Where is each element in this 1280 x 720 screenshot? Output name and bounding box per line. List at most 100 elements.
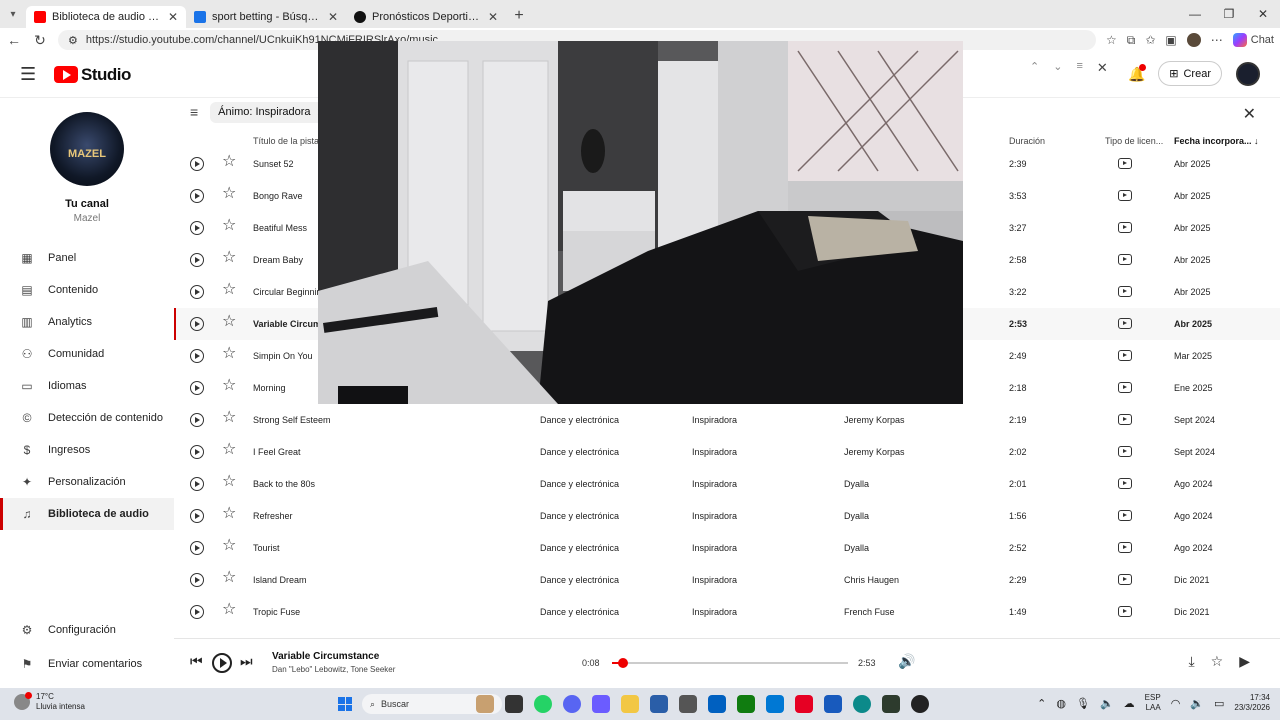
copilot-button[interactable]: Chat xyxy=(1232,33,1274,47)
license-icon[interactable] xyxy=(1118,254,1132,265)
previous-track-icon[interactable]: ⏮ xyxy=(190,653,203,670)
license-icon[interactable] xyxy=(1118,606,1132,617)
store-icon[interactable] xyxy=(650,695,668,713)
favorite-star-icon[interactable]: ☆ xyxy=(1106,33,1117,47)
license-icon[interactable] xyxy=(1118,190,1132,201)
whatsapp-icon[interactable] xyxy=(534,695,552,713)
table-row[interactable]: ☆ I Feel Great Dance y electrónica Inspirad… xyxy=(174,436,1280,468)
widget-icon[interactable] xyxy=(476,695,494,713)
license-icon[interactable] xyxy=(1118,510,1132,521)
favorite-star-icon[interactable]: ☆ xyxy=(222,346,236,362)
col-title[interactable]: Título de la pista xyxy=(253,136,319,146)
play-track-icon[interactable] xyxy=(190,477,204,491)
volume-tray-icon[interactable]: 🔉 xyxy=(1190,697,1204,710)
discord-icon[interactable] xyxy=(563,695,581,713)
favorites-icon[interactable]: ✩ xyxy=(1145,33,1155,47)
close-search-icon[interactable]: ✕ xyxy=(1097,60,1108,76)
account-avatar[interactable] xyxy=(1236,61,1260,86)
word-icon[interactable] xyxy=(824,695,842,713)
progress-slider[interactable] xyxy=(612,658,848,668)
onedrive-icon[interactable]: ☁ xyxy=(1124,697,1135,710)
sidebar-item-analytics[interactable]: ▥ Analytics xyxy=(0,306,174,338)
table-row[interactable]: ☆ Island Dream Dance y electrónica Inspirad… xyxy=(174,564,1280,596)
close-filter-icon[interactable]: ✕ xyxy=(1243,104,1256,124)
sidebar-item-enviar-comentarios[interactable]: ⚑ Enviar comentarios xyxy=(0,648,174,680)
table-row[interactable]: ☆ Tourist Dance y electrónica Inspiradora Dy… xyxy=(174,532,1280,564)
play-track-icon[interactable] xyxy=(190,509,204,523)
favorite-star-icon[interactable]: ☆ xyxy=(222,250,236,266)
copilot-app-icon[interactable] xyxy=(592,695,610,713)
sidebar-item-contenido[interactable]: ▤ Contenido xyxy=(0,274,174,306)
create-button[interactable]: ⊞ Crear xyxy=(1158,61,1222,86)
sidebar-item-configuracion[interactable]: ⚙ Configuración xyxy=(0,614,174,646)
play-track-icon[interactable] xyxy=(190,221,204,235)
download-icon[interactable]: ⤓ xyxy=(1188,653,1194,670)
license-icon[interactable] xyxy=(1118,542,1132,553)
sidebar-item-panel[interactable]: ▦ Panel xyxy=(0,242,174,274)
xbox-icon[interactable] xyxy=(737,695,755,713)
browser-tab-studio[interactable]: Biblioteca de audio - YouTube Stu ✕ xyxy=(26,6,186,28)
favorite-star-icon[interactable]: ☆ xyxy=(1211,653,1224,670)
youtube-studio-logo[interactable]: Studio xyxy=(54,65,131,85)
hamburger-menu-icon[interactable]: ☰ xyxy=(20,64,44,85)
sidebar-item-idiomas[interactable]: ▭ Idiomas xyxy=(0,370,174,402)
play-track-icon[interactable] xyxy=(190,381,204,395)
weather-widget[interactable]: 17°C Lluvia intensa xyxy=(14,692,85,712)
col-date[interactable]: Fecha incorpora... ↓ xyxy=(1174,136,1259,146)
license-icon[interactable] xyxy=(1118,478,1132,489)
close-tab-icon[interactable]: ✕ xyxy=(488,10,498,24)
close-tab-icon[interactable]: ✕ xyxy=(168,10,178,24)
windows-start-icon[interactable] xyxy=(338,697,352,711)
play-track-icon[interactable] xyxy=(190,253,204,267)
col-duration[interactable]: Duración xyxy=(1009,136,1045,146)
play-track-icon[interactable] xyxy=(190,317,204,331)
favorite-star-icon[interactable]: ☆ xyxy=(222,442,236,458)
minimize-icon[interactable]: — xyxy=(1178,0,1212,28)
play-track-icon[interactable] xyxy=(190,189,204,203)
favorite-star-icon[interactable]: ☆ xyxy=(222,410,236,426)
browser-tab-pronosticos[interactable]: Pronósticos Deportivos ✕ xyxy=(346,6,506,28)
close-window-icon[interactable]: ✕ xyxy=(1246,0,1280,28)
table-row[interactable]: ☆ Tropic Fuse Dance y electrónica Inspirado… xyxy=(174,596,1280,628)
outlook-icon[interactable] xyxy=(766,695,784,713)
speaker-icon[interactable]: 🔈 xyxy=(1100,697,1114,710)
favorite-star-icon[interactable]: ☆ xyxy=(222,378,236,394)
close-tab-icon[interactable]: ✕ xyxy=(328,10,338,24)
col-license[interactable]: Tipo de licen... xyxy=(1105,136,1163,146)
favorite-star-icon[interactable]: ☆ xyxy=(222,186,236,202)
progress-knob[interactable] xyxy=(617,658,628,668)
profile-avatar[interactable] xyxy=(1186,33,1201,47)
sidebar-item-biblioteca-audio[interactable]: ♫ Biblioteca de audio xyxy=(0,498,174,530)
sidebar-item-deteccion[interactable]: © Detección de contenido xyxy=(0,402,174,434)
favorite-star-icon[interactable]: ☆ xyxy=(222,154,236,170)
favorite-star-icon[interactable]: ☆ xyxy=(222,218,236,234)
extensions-icon[interactable]: ⧉ xyxy=(1127,33,1136,48)
refresh-icon[interactable]: ↻ xyxy=(32,32,48,49)
table-row[interactable]: ☆ Back to the 80s Dance y electrónica Inspi… xyxy=(174,468,1280,500)
license-icon[interactable] xyxy=(1118,318,1132,329)
browser-tab-search[interactable]: sport betting - Búsqueda ✕ xyxy=(186,6,346,28)
play-track-icon[interactable] xyxy=(190,413,204,427)
license-icon[interactable] xyxy=(1118,350,1132,361)
table-row[interactable]: ☆ Strong Self Esteem Dance y electrónica In… xyxy=(174,404,1280,436)
keyboard-language[interactable]: ESP LAA xyxy=(1145,693,1161,713)
filter-chip[interactable]: Ánimo: Inspiradora ✕ xyxy=(210,101,334,123)
favorite-star-icon[interactable]: ☆ xyxy=(222,602,236,618)
app-icon[interactable] xyxy=(911,695,929,713)
clock[interactable]: 17:34 23/3/2026 xyxy=(1234,693,1270,713)
license-icon[interactable] xyxy=(1118,446,1132,457)
play-track-icon[interactable] xyxy=(190,285,204,299)
file-explorer-icon[interactable] xyxy=(621,695,639,713)
wifi-icon[interactable]: ◠ xyxy=(1171,697,1181,710)
battery-icon[interactable]: ▭ xyxy=(1214,697,1224,710)
play-track-icon[interactable] xyxy=(190,573,204,587)
notifications-bell-icon[interactable]: 🔔 xyxy=(1128,63,1147,82)
filter-icon[interactable]: ≡ xyxy=(190,104,198,120)
license-icon[interactable] xyxy=(1118,414,1132,425)
license-icon[interactable] xyxy=(1118,222,1132,233)
license-icon[interactable] xyxy=(1118,158,1132,169)
play-track-icon[interactable] xyxy=(190,157,204,171)
license-icon[interactable]: ▶ xyxy=(1239,653,1250,670)
sidebar-item-personalizacion[interactable]: ✦ Personalización xyxy=(0,466,174,498)
table-row[interactable]: ☆ Refresher Dance y electrónica Inspiradora… xyxy=(174,500,1280,532)
